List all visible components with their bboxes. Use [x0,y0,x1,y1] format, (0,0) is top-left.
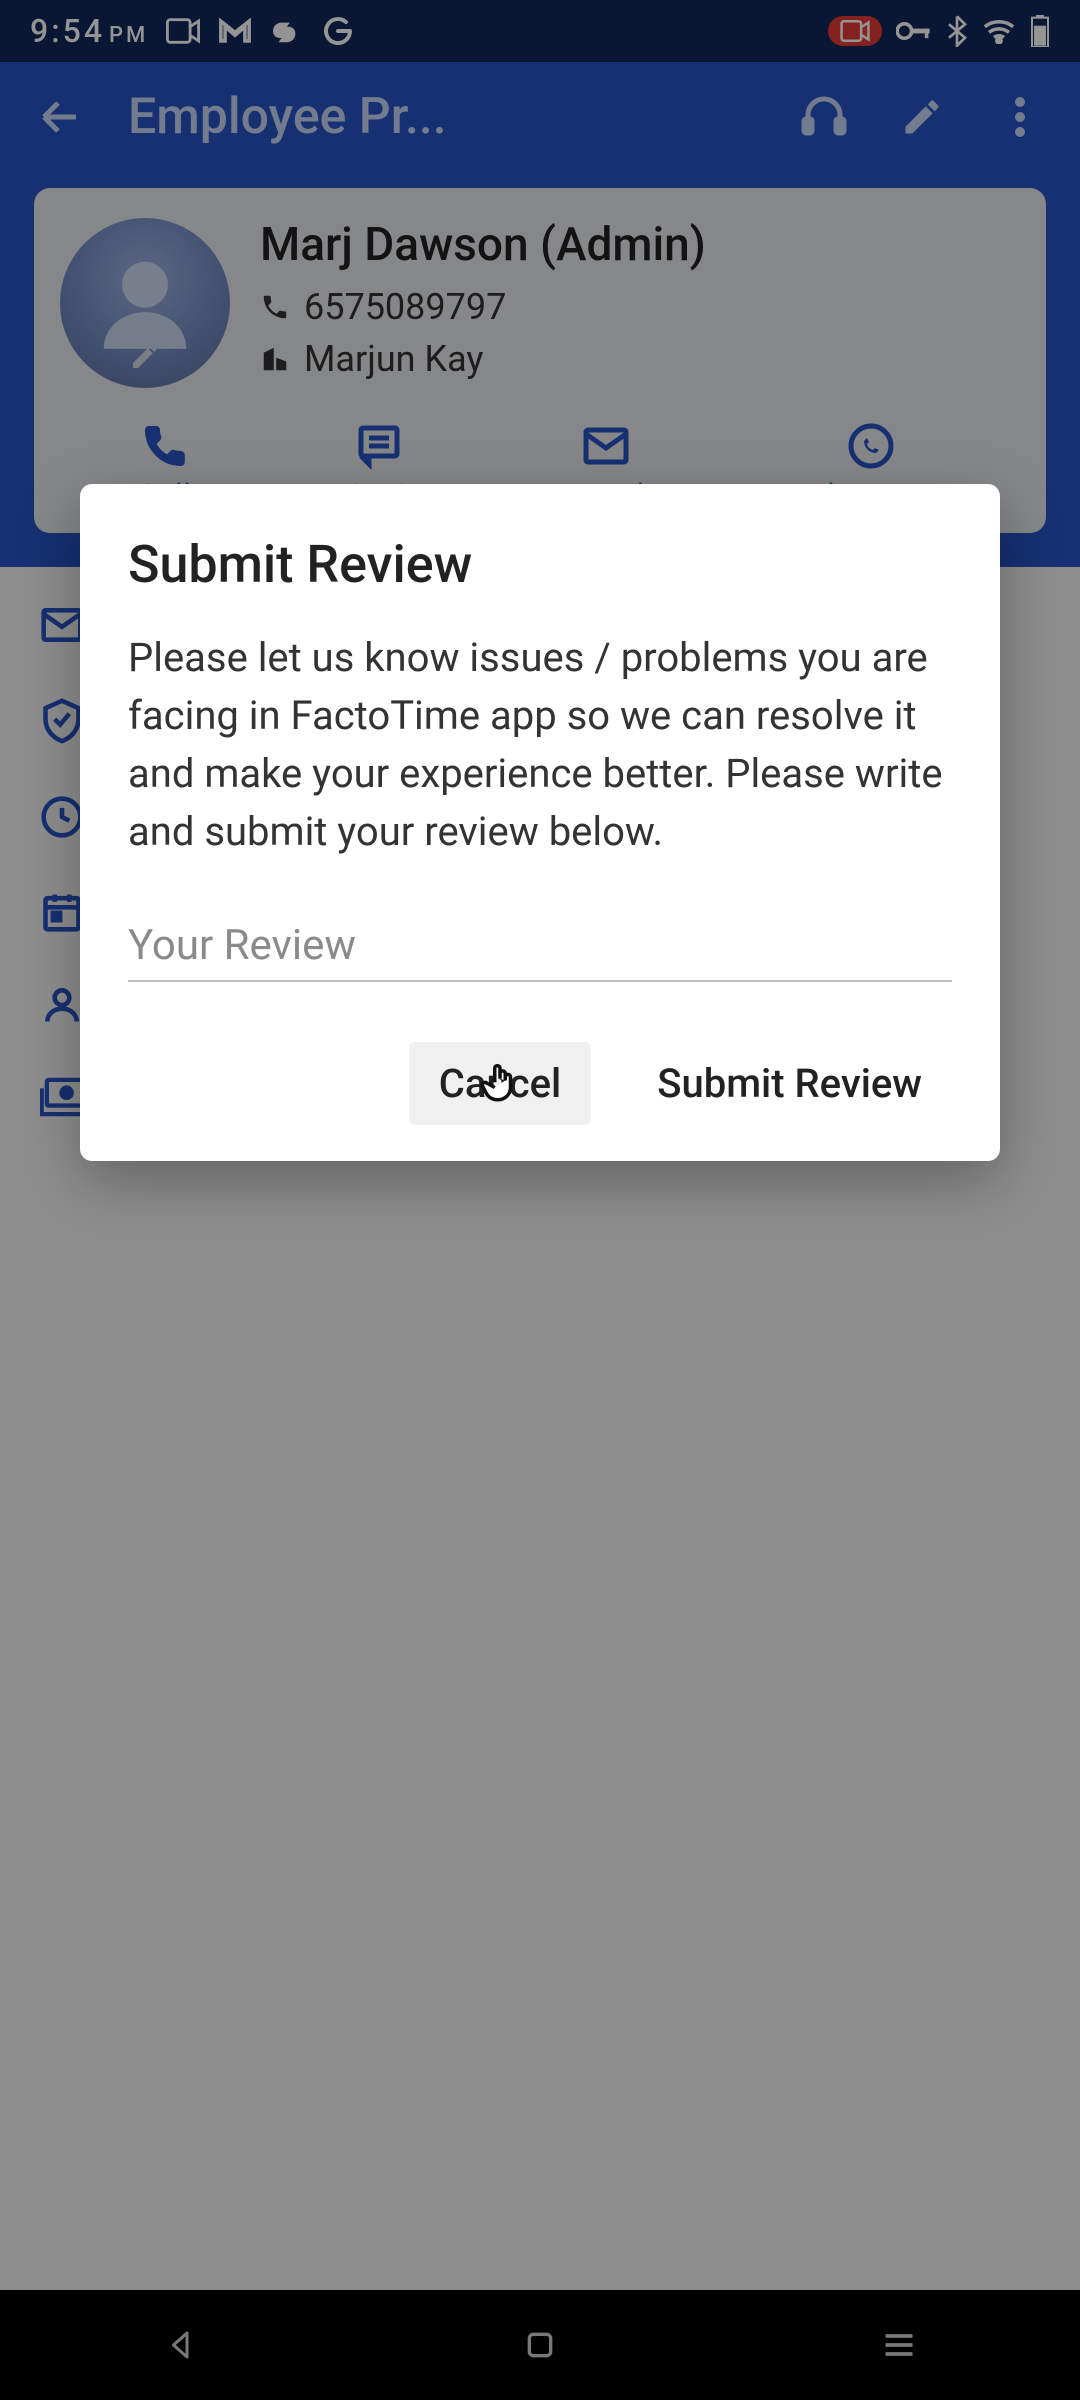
submit-review-button[interactable]: Submit Review [627,1042,952,1125]
dialog-body: Please let us know issues / problems you… [128,629,952,861]
review-input[interactable] [128,911,952,982]
dialog-title: Submit Review [128,534,952,595]
modal-backdrop[interactable] [0,0,1080,2400]
cancel-button-label: Cancel [439,1060,561,1107]
submit-review-dialog: Submit Review Please let us know issues … [80,484,1000,1161]
submit-button-label: Submit Review [657,1060,922,1107]
cancel-button[interactable]: Cancel [409,1042,591,1125]
